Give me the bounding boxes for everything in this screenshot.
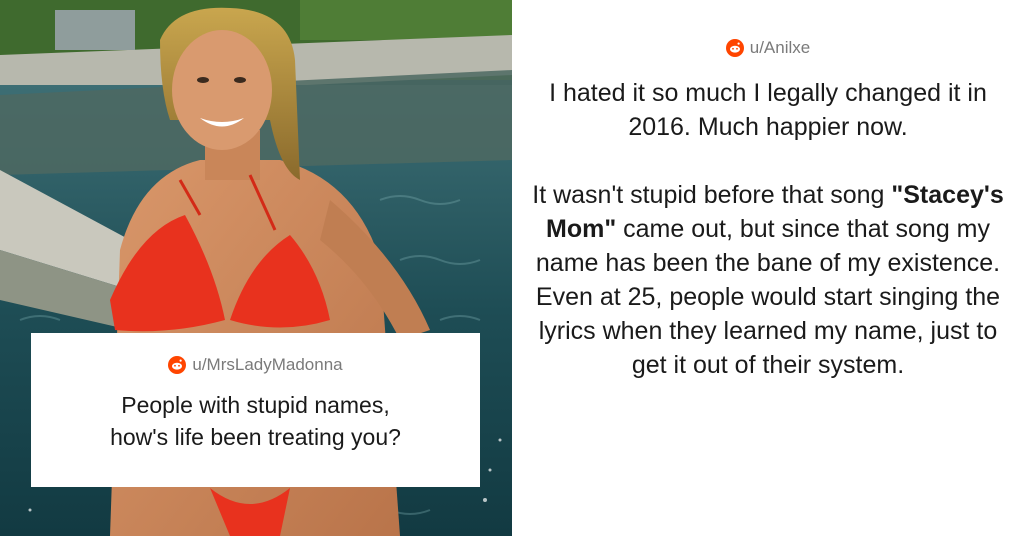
photo-panel: u/MrsLadyMadonna People with stupid name… [0, 0, 512, 536]
post-card: u/MrsLadyMadonna People with stupid name… [31, 333, 480, 487]
page: u/MrsLadyMadonna People with stupid name… [0, 0, 1024, 536]
post-title-line-2: how's life been treating you? [110, 424, 401, 450]
post-user-row: u/MrsLadyMadonna [31, 355, 480, 375]
comment-paragraph-1: I hated it so much I legally changed it … [549, 79, 987, 141]
post-username[interactable]: u/MrsLadyMadonna [192, 355, 342, 375]
comment-username[interactable]: u/Anilxe [750, 38, 810, 58]
reddit-icon [168, 356, 187, 374]
comment-user-row: u/Anilxe [512, 37, 1024, 59]
comment-paragraph-2-start: It wasn't stupid before that song [532, 181, 892, 209]
comment-body: I hated it so much I legally changed it … [524, 76, 1012, 382]
comment-panel: u/Anilxe I hated it so much I legally ch… [512, 0, 1024, 536]
reddit-icon [725, 39, 744, 57]
comment-paragraph-2: It wasn't stupid before that song "Stace… [524, 178, 1012, 382]
post-title-line-1: People with stupid names, [121, 392, 390, 418]
post-title: People with stupid names, how's life bee… [31, 389, 480, 453]
